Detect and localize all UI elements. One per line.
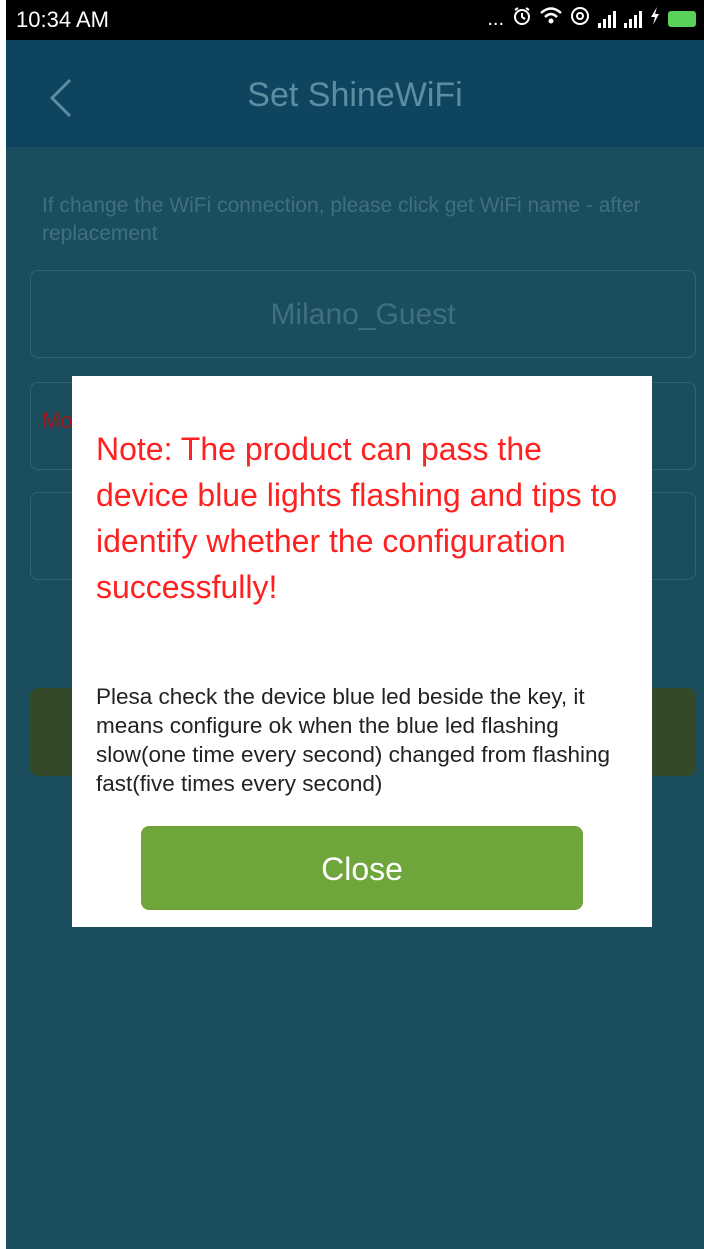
signal-bars-icon-2 [624,10,642,28]
signal-bars-icon [598,10,616,28]
status-bar: 10:34 AM ... [6,0,704,40]
charging-bolt-icon [650,7,660,31]
close-button[interactable]: Close [141,826,583,910]
header-bar: Set ShineWiFi [6,40,704,147]
wifi-name-field[interactable]: Milano_Guest [30,270,696,358]
status-time: 10:34 AM [16,7,109,32]
notification-dots-icon: ... [487,7,504,30]
at-sign-icon [570,6,590,32]
status-icons: ... [487,6,696,32]
wifi-icon [540,7,562,31]
note-dialog: Note: The product can pass the device bl… [72,376,652,927]
page-title: Set ShineWiFi [247,76,463,114]
password-field-label: Mo [42,408,73,433]
dialog-note: Note: The product can pass the device bl… [96,431,618,605]
alarm-clock-icon [512,6,532,32]
app-screen: 10:34 AM ... Set ShineWiFi If change the… [6,0,704,1249]
dialog-body: Plesa check the device blue led beside t… [96,684,611,796]
wifi-hint-text: If change the WiFi connection, please cl… [42,194,641,245]
battery-icon [668,11,696,27]
